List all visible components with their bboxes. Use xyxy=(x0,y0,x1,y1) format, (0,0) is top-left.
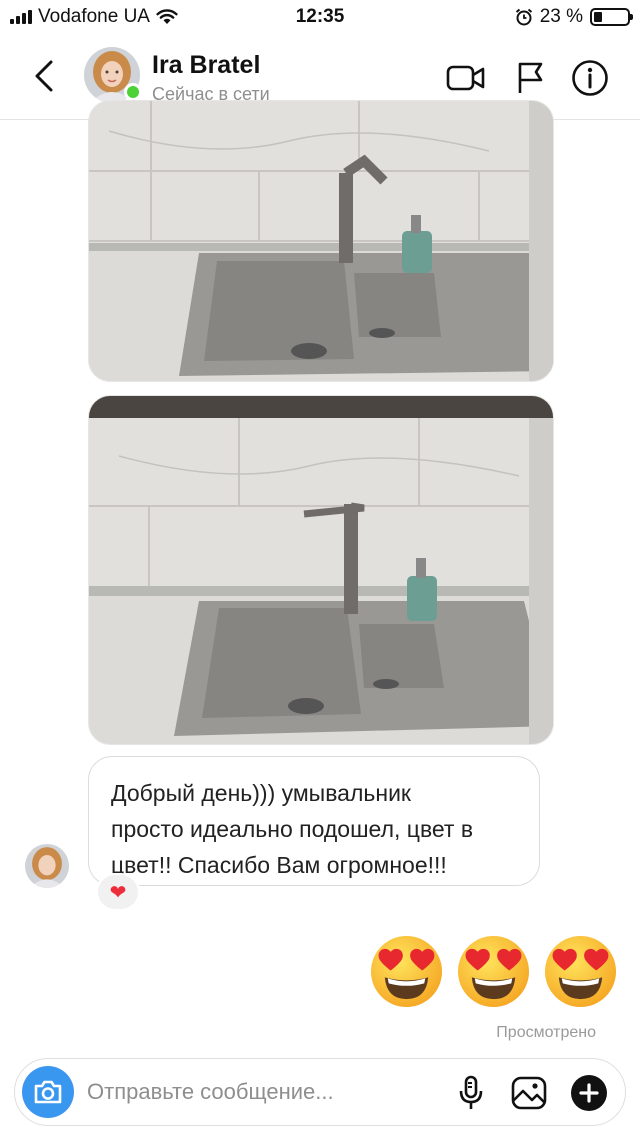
message-composer xyxy=(14,1058,626,1126)
message-photo[interactable] xyxy=(88,395,554,745)
seen-label: Просмотрено xyxy=(496,1024,596,1041)
heart-eyes-emoji-icon xyxy=(457,935,530,1008)
back-button[interactable] xyxy=(26,56,62,96)
alarm-icon xyxy=(515,8,532,26)
flag-icon xyxy=(518,62,543,93)
sink-photo-image xyxy=(89,396,553,744)
info-button[interactable] xyxy=(570,58,610,98)
gallery-button[interactable] xyxy=(509,1073,549,1113)
heart-icon: ❤ xyxy=(109,881,127,904)
emoji-message[interactable] xyxy=(369,934,618,1009)
plus-icon xyxy=(571,1075,607,1111)
status-right: 23 % xyxy=(515,6,633,28)
info-icon xyxy=(572,60,608,96)
camera-button[interactable] xyxy=(22,1066,74,1118)
video-call-button[interactable] xyxy=(446,58,486,98)
message-line: Добрый день))) умывальник xyxy=(111,780,411,806)
battery-icon xyxy=(590,8,633,26)
gallery-icon xyxy=(511,1076,547,1110)
video-camera-icon xyxy=(446,65,485,91)
battery-percent: 23 % xyxy=(539,6,583,27)
voice-message-button[interactable] xyxy=(451,1073,491,1113)
contact-name[interactable]: Ira Bratel xyxy=(152,51,260,80)
heart-reaction[interactable]: ❤ xyxy=(96,873,140,911)
message-bubble[interactable]: Добрый день))) умывальник просто идеальн… xyxy=(88,756,540,886)
camera-icon xyxy=(34,1080,62,1104)
heart-eyes-emoji-icon xyxy=(370,935,443,1008)
message-line: цвет!! Спасибо Вам огромное!!! xyxy=(111,852,447,878)
more-options-button[interactable] xyxy=(569,1073,609,1113)
status-bar: Vodafone UA 12:35 23 % xyxy=(0,0,640,34)
message-photo[interactable] xyxy=(88,100,554,382)
microphone-icon xyxy=(459,1075,483,1109)
online-indicator xyxy=(124,83,142,101)
sender-avatar[interactable] xyxy=(25,844,69,888)
message-line: просто идеально подошел, цвет в xyxy=(111,816,474,842)
heart-eyes-emoji-icon xyxy=(544,935,617,1008)
back-chevron-icon xyxy=(35,60,53,92)
report-button[interactable] xyxy=(510,58,550,98)
contact-avatar[interactable] xyxy=(84,47,142,103)
message-input[interactable] xyxy=(87,1059,447,1125)
sink-photo-image xyxy=(89,101,553,381)
